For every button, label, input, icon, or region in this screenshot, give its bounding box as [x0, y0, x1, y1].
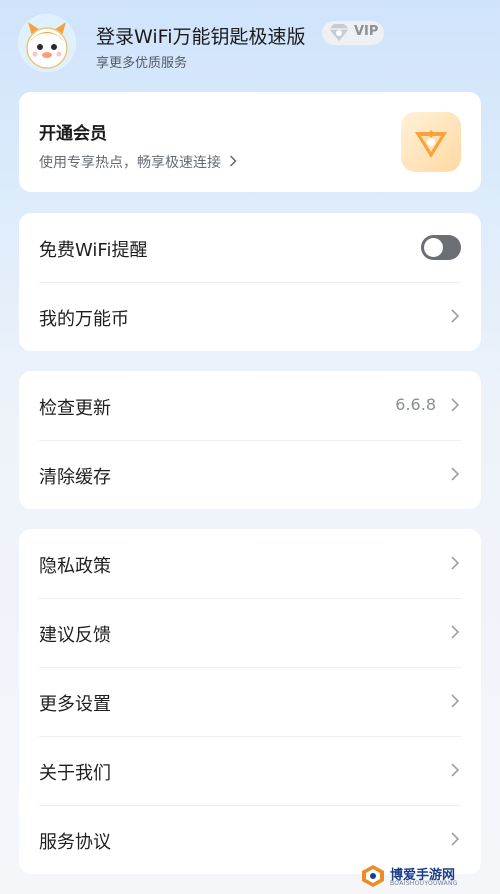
login-title[interactable]: 登录WiFi万能钥匙极速版: [96, 22, 305, 49]
chevron-right-icon: [451, 625, 460, 639]
free-wifi-reminder-toggle[interactable]: [421, 235, 461, 260]
feedback-row[interactable]: 建议反馈: [19, 598, 481, 667]
free-wifi-reminder-row[interactable]: 免费WiFi提醒: [19, 213, 481, 282]
toggle-knob: [424, 238, 443, 257]
avatar[interactable]: [18, 14, 76, 72]
row-label: 更多设置: [39, 694, 111, 715]
watermark-subtext: BOAISHOUYOUWANG: [390, 880, 458, 887]
chevron-right-icon: [451, 832, 460, 846]
watermark-logo-icon: [362, 865, 384, 887]
privacy-policy-row[interactable]: 隐私政策: [19, 529, 481, 598]
row-label: 建议反馈: [39, 625, 111, 646]
row-label: 我的万能币: [39, 309, 129, 330]
my-coins-row[interactable]: 我的万能币: [19, 282, 481, 351]
mascot-avatar-icon: [18, 14, 76, 72]
member-title: 开通会员: [39, 124, 107, 144]
vip-badge: VIP: [322, 21, 384, 45]
chevron-right-icon: [451, 763, 460, 777]
version-value: 6.6.8: [395, 395, 436, 414]
member-subtitle-text: 使用专享热点，畅享极速连接: [39, 155, 221, 171]
wifi-key-logo-icon: [415, 130, 447, 158]
row-label: 检查更新: [39, 398, 111, 419]
site-watermark: 博爱手游网 BOAISHOUYOUWANG: [360, 861, 496, 891]
chevron-right-icon: [451, 556, 460, 570]
open-membership-card[interactable]: 开通会员 使用专享热点，畅享极速连接: [19, 92, 481, 192]
row-label: 免费WiFi提醒: [39, 240, 148, 261]
settings-group-3: 隐私政策 建议反馈 更多设置 关于我们 服务协议: [19, 529, 481, 874]
row-label: 关于我们: [39, 763, 111, 784]
member-logo: [401, 112, 461, 172]
user-header[interactable]: 登录WiFi万能钥匙极速版 VIP 享更多优质服务: [18, 14, 488, 74]
settings-group-2: 检查更新 6.6.8 清除缓存: [19, 371, 481, 509]
clear-cache-row[interactable]: 清除缓存: [19, 440, 481, 509]
chevron-right-icon: [451, 309, 460, 323]
member-subtitle: 使用专享热点，畅享极速连接: [39, 152, 238, 172]
vip-label: VIP: [354, 24, 379, 39]
row-label: 清除缓存: [39, 467, 111, 488]
about-us-row[interactable]: 关于我们: [19, 736, 481, 805]
check-update-row[interactable]: 检查更新 6.6.8: [19, 371, 481, 440]
more-settings-row[interactable]: 更多设置: [19, 667, 481, 736]
diamond-icon: [329, 24, 349, 41]
chevron-right-icon: [451, 398, 460, 412]
row-label: 服务协议: [39, 832, 111, 853]
chevron-right-icon: [451, 467, 460, 481]
chevron-right-icon: [451, 694, 460, 708]
chevron-right-icon: [230, 155, 238, 167]
settings-group-1: 免费WiFi提醒 我的万能币: [19, 213, 481, 351]
login-subtitle: 享更多优质服务: [96, 56, 188, 71]
row-label: 隐私政策: [39, 556, 111, 577]
